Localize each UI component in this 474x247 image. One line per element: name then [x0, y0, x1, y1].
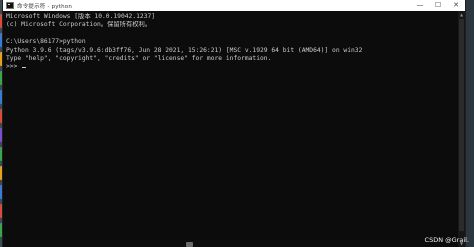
title-bar[interactable]: 命令提示符 - python — ☐ ✕ [3, 0, 465, 11]
scroll-up-icon[interactable]: ▲ [458, 11, 465, 18]
console-line: (c) Microsoft Corporation。保留所有权利。 [6, 21, 152, 29]
window-title: 命令提示符 - python [17, 3, 73, 10]
console-line: Type "help", "copyright", "credits" or "… [6, 54, 272, 62]
command-prompt-window[interactable]: 命令提示符 - python — ☐ ✕ Microsoft Windows [… [3, 0, 465, 247]
taskbar-item[interactable] [186, 241, 196, 247]
close-button[interactable]: ✕ [447, 0, 465, 11]
text-cursor [22, 67, 27, 69]
minimize-button[interactable]: — [411, 0, 429, 11]
python-prompt: >>> [6, 63, 22, 71]
console-line: C:\Users\86177>python [6, 38, 86, 46]
window-controls: — ☐ ✕ [411, 0, 465, 11]
vertical-scrollbar[interactable]: ▲ ▼ [458, 11, 465, 247]
scrollbar-thumb[interactable] [459, 19, 464, 231]
console-line: Python 3.9.6 (tags/v3.9.6:db3ff76, Jun 2… [6, 46, 363, 54]
console-output[interactable]: Microsoft Windows [版本 10.0.19042.1237] (… [3, 12, 458, 247]
console-prompt-line[interactable]: >>> [6, 63, 458, 71]
console-app-icon[interactable] [6, 2, 14, 9]
watermark: CSDN @Grail. [424, 236, 469, 244]
maximize-button[interactable]: ☐ [429, 0, 447, 11]
console-line: Microsoft Windows [版本 10.0.19042.1237] [6, 13, 156, 20]
taskbar-app-icon [186, 241, 193, 247]
